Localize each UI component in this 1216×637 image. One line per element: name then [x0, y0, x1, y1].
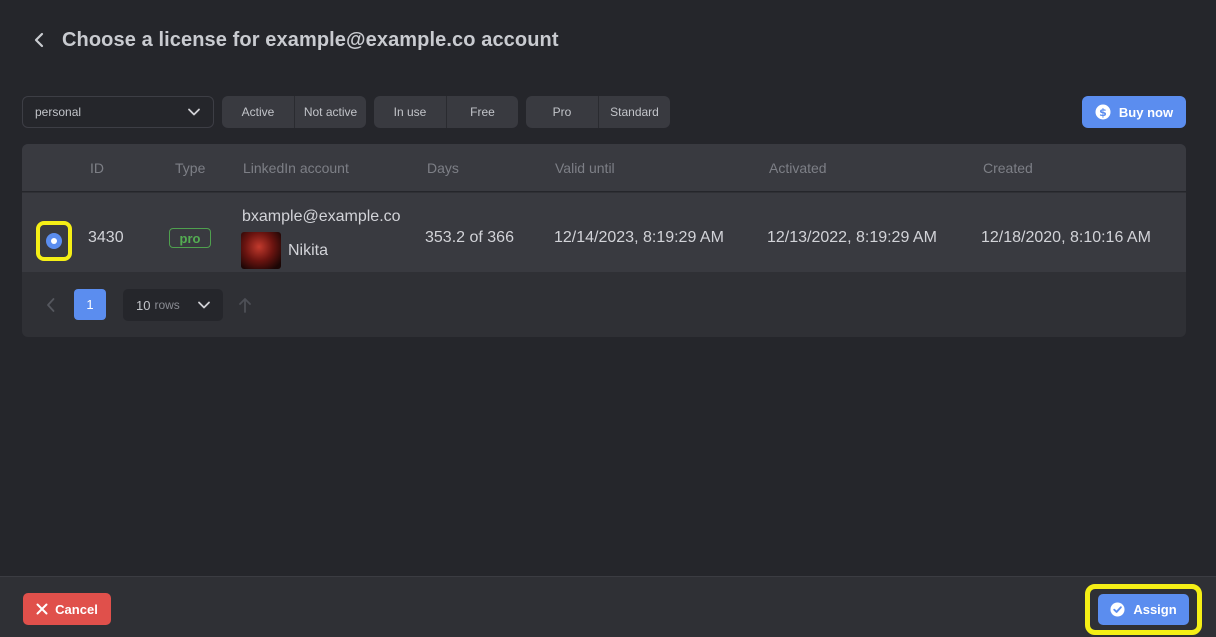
cancel-label: Cancel — [55, 601, 98, 617]
filter-in-use[interactable]: In use — [374, 96, 446, 128]
page-header: Choose a license for example@example.co … — [26, 24, 559, 56]
valid-until-value: 12/14/2023, 8:19:29 AM — [554, 229, 724, 246]
filter-free[interactable]: Free — [446, 96, 518, 128]
filter-bar: personal Active Not active In use Free P… — [22, 96, 1186, 128]
rows-per-page-select[interactable]: 10 rows — [123, 289, 223, 321]
filter-standard[interactable]: Standard — [598, 96, 670, 128]
chevron-down-icon — [198, 301, 210, 309]
linkedin-name: Nikita — [288, 242, 329, 259]
close-icon — [36, 603, 48, 615]
days-value: 353.2 of 366 — [425, 229, 514, 246]
rows-per-page-unit: rows — [154, 298, 180, 312]
chevron-down-icon — [188, 108, 200, 116]
plan-filter-group: Pro Standard — [526, 96, 670, 128]
back-button[interactable] — [26, 24, 52, 56]
filter-pro[interactable]: Pro — [526, 96, 598, 128]
column-header-linkedin: LinkedIn account — [243, 160, 349, 176]
cancel-button[interactable]: Cancel — [23, 593, 111, 625]
column-header-type: Type — [175, 160, 206, 176]
linkedin-email: bxample@example.co — [242, 208, 401, 225]
buy-now-label: Buy now — [1118, 104, 1174, 120]
page-title: Choose a license for example@example.co … — [62, 28, 559, 51]
sort-up-button[interactable] — [237, 296, 253, 319]
avatar — [241, 232, 281, 269]
check-badge-icon — [1110, 602, 1125, 617]
assign-button[interactable]: Assign — [1098, 594, 1189, 625]
column-header-id: ID — [90, 160, 104, 176]
status-filter-group: Active Not active — [222, 96, 366, 128]
created-value: 12/18/2020, 8:10:16 AM — [981, 229, 1151, 246]
chevron-left-icon — [34, 32, 44, 48]
svg-text:$: $ — [1099, 106, 1107, 119]
column-header-days: Days — [427, 160, 459, 176]
arrow-up-icon — [239, 298, 251, 313]
filter-active[interactable]: Active — [222, 96, 294, 128]
row-select-radio[interactable] — [36, 221, 72, 261]
type-badge: pro — [169, 228, 211, 248]
table-header: ID Type LinkedIn account Days Valid unti… — [22, 144, 1186, 192]
radio-checked-icon — [46, 233, 62, 249]
usage-filter-group: In use Free — [374, 96, 518, 128]
dollar-coin-icon: $ — [1095, 104, 1111, 120]
activated-value: 12/13/2022, 8:19:29 AM — [767, 229, 937, 246]
rows-per-page-value: 10 — [136, 297, 151, 313]
assign-label: Assign — [1133, 602, 1177, 617]
column-header-created: Created — [983, 160, 1033, 176]
dialog-footer: Cancel Assign — [0, 576, 1216, 637]
table-row[interactable]: 3430 pro bxample@example.co Nikita 353.2… — [22, 193, 1186, 272]
column-header-activated: Activated — [769, 160, 827, 176]
page-number-button[interactable]: 1 — [74, 289, 106, 320]
filter-not-active[interactable]: Not active — [294, 96, 366, 128]
column-header-valid-until: Valid until — [555, 160, 615, 176]
account-select-value: personal — [35, 105, 82, 119]
pagination: 1 10 rows — [22, 289, 1186, 322]
account-select[interactable]: personal — [22, 96, 214, 128]
chevron-left-icon — [47, 298, 55, 312]
prev-page-button[interactable] — [46, 297, 56, 318]
license-id: 3430 — [88, 229, 124, 246]
license-table: ID Type LinkedIn account Days Valid unti… — [22, 144, 1186, 337]
buy-now-button[interactable]: $ Buy now — [1082, 96, 1186, 128]
